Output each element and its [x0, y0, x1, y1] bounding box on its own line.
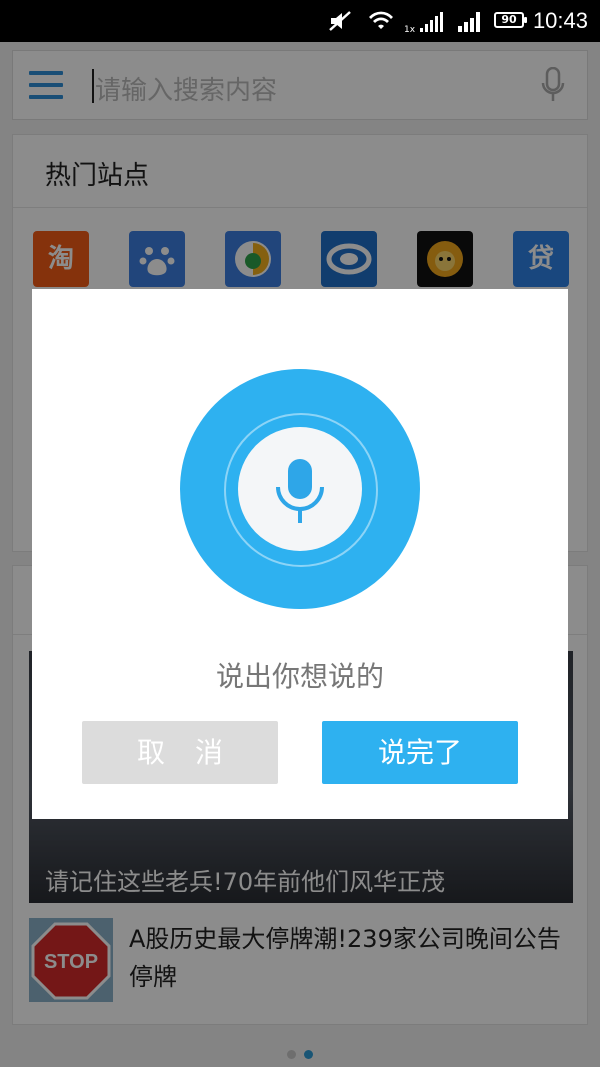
- voice-indicator: [180, 369, 420, 609]
- battery-icon: 90: [494, 12, 527, 28]
- voice-prompt: 说出你想说的: [215, 660, 384, 693]
- voice-input-dialog: 说出你想说的 取消 说完了: [32, 289, 568, 819]
- done-speaking-button[interactable]: 说完了: [322, 721, 518, 784]
- clock: 10:43: [532, 8, 588, 33]
- microphone-icon: [276, 459, 324, 523]
- svg-text:1x: 1x: [404, 25, 416, 34]
- signal-icon: [458, 12, 480, 32]
- cancel-button[interactable]: 取消: [82, 721, 278, 784]
- voice-button[interactable]: [238, 427, 362, 551]
- mute-icon: [329, 11, 351, 31]
- wifi-icon: [369, 11, 393, 30]
- status-bar: 1x 90 10:43: [0, 0, 600, 42]
- signal-1x-icon: 1x: [404, 12, 443, 34]
